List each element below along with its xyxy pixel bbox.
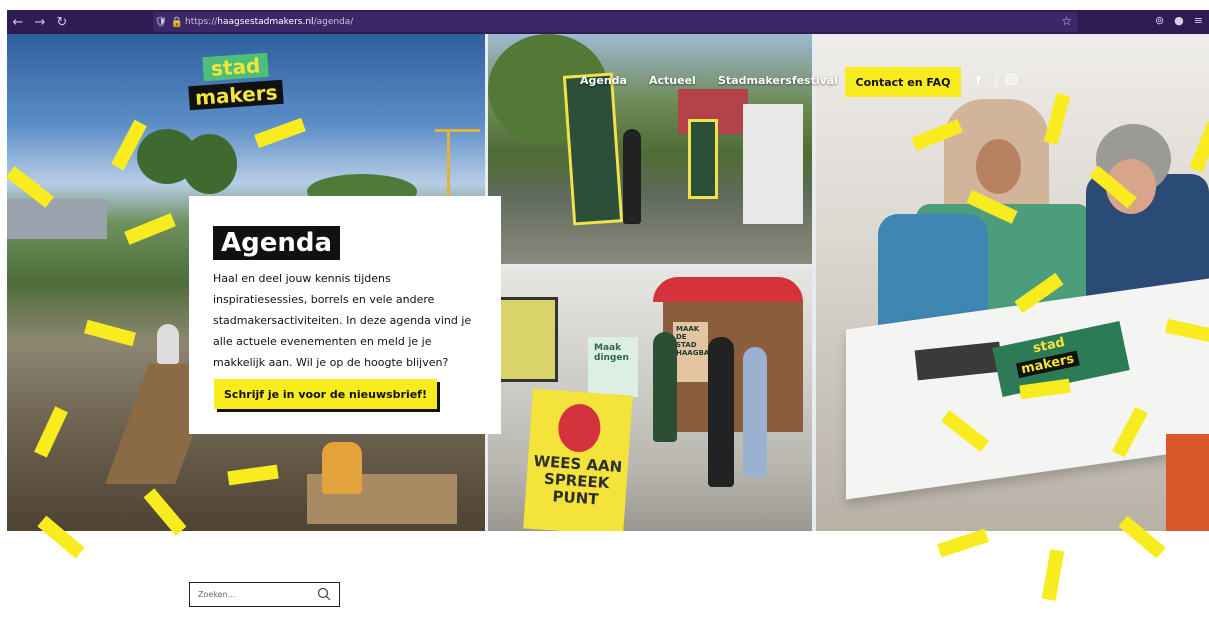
logo-text-stad: stad [202, 52, 270, 82]
lock-icon: 🔒 [170, 16, 184, 28]
back-icon[interactable]: ← [7, 15, 29, 30]
bookmark-star-icon[interactable]: ☆ [1061, 14, 1072, 28]
person-shape [743, 347, 767, 477]
hero-section: Maak dingen MAAK DE STAD HAAGBAAR WEES A… [7, 34, 1209, 531]
exhibition-board [562, 72, 624, 226]
hero-photo-table: stad makers [816, 34, 1209, 531]
building-shape [7, 199, 107, 239]
browser-toolbar: ← → ↻ 🛡 🔒 https://haagsestadmakers.nl/ag… [7, 10, 1209, 34]
person-shape [157, 324, 179, 364]
menu-icon[interactable]: ≡ [1194, 14, 1203, 27]
poster-text: MAAK DE STAD HAAGBAAR [673, 322, 720, 382]
person-shape [708, 337, 734, 487]
profile-icon[interactable]: ● [1174, 14, 1184, 27]
reload-icon[interactable]: ↻ [51, 15, 73, 30]
stairs-shape [743, 104, 803, 224]
sign-text: dingen [594, 353, 629, 363]
caravan-roof [653, 277, 803, 302]
poster-text: makers [1015, 350, 1080, 379]
person-shape [322, 442, 362, 494]
search-icon[interactable] [317, 587, 331, 601]
address-bar[interactable]: 🛡 🔒 https://haagsestadmakers.nl/agenda/ … [153, 12, 1078, 32]
clothing-shape [1166, 434, 1209, 531]
agenda-search [189, 582, 340, 607]
contact-faq-button[interactable]: Contact en FAQ [845, 67, 961, 97]
hero-photo-boards [488, 34, 812, 264]
newsletter-signup-button[interactable]: Schrijf je in voor de nieuwsbrief! [214, 379, 437, 409]
site-logo[interactable]: stad makers [183, 52, 285, 115]
page-title: Agenda [213, 226, 341, 260]
facebook-icon[interactable]: f [976, 74, 981, 87]
board-text: WEES AAN SPREEK PUNT [532, 451, 623, 509]
speaker-shape [556, 402, 602, 454]
sign-maak-dingen: Maak dingen [588, 337, 638, 397]
agenda-intro-card: Agenda Haal en deel jouw kennis tijdens … [189, 196, 501, 434]
confetti-dash [937, 528, 989, 558]
pocket-icon[interactable]: ⊚ [1155, 14, 1164, 27]
url-text: https://haagsestadmakers.nl/agenda/ [185, 17, 354, 27]
logo-text-makers: makers [188, 79, 285, 111]
search-input[interactable] [198, 587, 308, 602]
forward-icon[interactable]: → [29, 15, 51, 30]
sign-text: Maak [594, 343, 622, 353]
person-shape [623, 129, 641, 224]
instagram-icon[interactable] [1006, 74, 1017, 88]
page-intro-text: Haal en deel jouw kennis tijdens inspira… [213, 272, 472, 369]
crane-shape [447, 129, 450, 199]
confetti-dash [1041, 549, 1065, 601]
hero-photo-event: Maak dingen MAAK DE STAD HAAGBAAR WEES A… [488, 267, 812, 531]
person-shape [653, 332, 677, 442]
nav-divider [996, 72, 997, 90]
exhibition-board [688, 119, 718, 199]
crane-shape [435, 129, 480, 132]
shield-icon: 🛡 [154, 16, 168, 28]
browser-actions: ⊚ ● ≡ [1155, 14, 1203, 27]
aanspreekpunt-board: WEES AAN SPREEK PUNT [523, 388, 633, 531]
face-shape [976, 139, 1021, 194]
tree-shape [182, 134, 237, 194]
